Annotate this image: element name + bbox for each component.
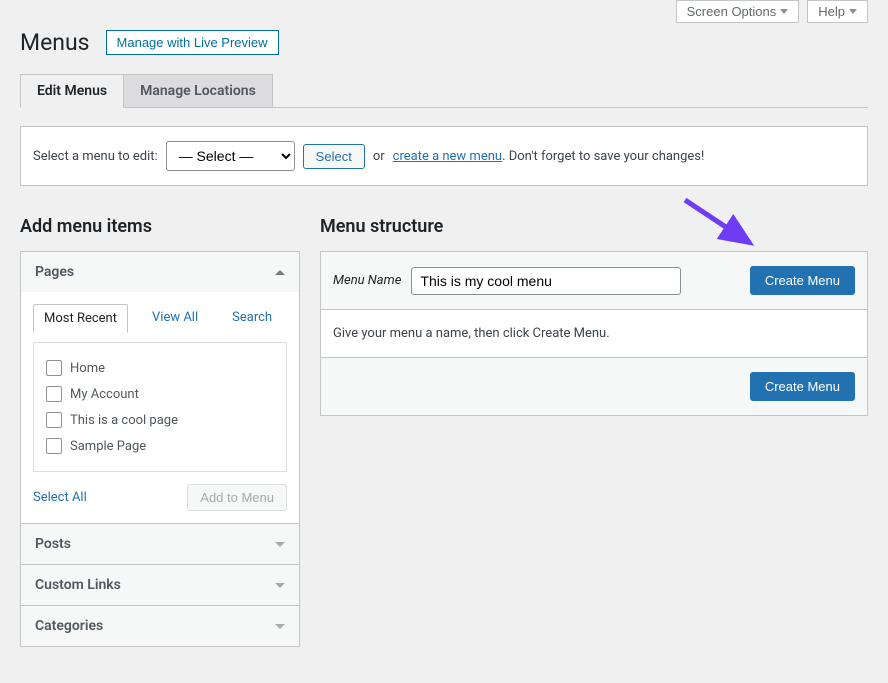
- checkbox[interactable]: [46, 438, 62, 454]
- menu-select-label: Select a menu to edit:: [33, 149, 158, 164]
- accordion-posts-title: Posts: [35, 536, 71, 552]
- page-item: Sample Page: [46, 433, 274, 459]
- page-item-label: Sample Page: [70, 439, 146, 454]
- live-preview-button[interactable]: Manage with Live Preview: [106, 30, 279, 55]
- page-item-label: This is a cool page: [70, 413, 178, 428]
- pages-tab-view-all[interactable]: View All: [142, 304, 208, 333]
- accordion-categories-header[interactable]: Categories: [21, 606, 299, 646]
- accordion-posts-header[interactable]: Posts: [21, 524, 299, 564]
- help-label: Help: [818, 4, 845, 19]
- accordion-categories-title: Categories: [35, 618, 103, 634]
- add-menu-items-heading: Add menu items: [20, 216, 300, 237]
- checkbox[interactable]: [46, 360, 62, 376]
- menu-name-label: Menu Name: [333, 273, 401, 288]
- menu-selector-row: Select a menu to edit: — Select — Select…: [20, 126, 868, 186]
- checkbox[interactable]: [46, 386, 62, 402]
- accordion-pages-header[interactable]: Pages: [21, 252, 299, 292]
- pages-tab-search[interactable]: Search: [222, 304, 282, 333]
- create-menu-button-top[interactable]: Create Menu: [750, 266, 855, 295]
- select-all-link[interactable]: Select All: [33, 490, 87, 505]
- accordion-custom-links: Custom Links: [20, 565, 300, 606]
- accordion-custom-links-title: Custom Links: [35, 577, 121, 593]
- create-menu-button-bottom[interactable]: Create Menu: [750, 372, 855, 401]
- chevron-down-icon: [780, 9, 788, 14]
- page-item: This is a cool page: [46, 407, 274, 433]
- select-button[interactable]: Select: [303, 144, 365, 169]
- chevron-down-icon: [275, 583, 285, 588]
- chevron-down-icon: [275, 542, 285, 547]
- page-item-label: Home: [70, 361, 105, 376]
- help-button[interactable]: Help: [807, 0, 868, 23]
- screen-options-button[interactable]: Screen Options: [676, 0, 800, 23]
- page-item: My Account: [46, 381, 274, 407]
- reminder-text: . Don't forget to save your changes!: [502, 149, 704, 164]
- tab-edit-menus[interactable]: Edit Menus: [20, 74, 124, 108]
- menu-structure-heading: Menu structure: [320, 216, 868, 237]
- accordion-posts: Posts: [20, 524, 300, 565]
- page-item: Home: [46, 355, 274, 381]
- or-text: or: [373, 149, 385, 164]
- accordion-pages: Pages Most Recent View All Search Home: [20, 251, 300, 524]
- menu-name-input[interactable]: [411, 267, 681, 295]
- tab-bar: Edit Menus Manage Locations: [20, 74, 868, 108]
- menu-instruction-text: Give your menu a name, then click Create…: [321, 310, 867, 358]
- chevron-down-icon: [275, 624, 285, 629]
- chevron-down-icon: [849, 9, 857, 14]
- accordion-categories: Categories: [20, 606, 300, 647]
- tab-manage-locations[interactable]: Manage Locations: [124, 74, 273, 108]
- pages-tab-recent[interactable]: Most Recent: [33, 304, 128, 333]
- page-item-label: My Account: [70, 387, 139, 402]
- accordion-custom-links-header[interactable]: Custom Links: [21, 565, 299, 605]
- accordion-pages-title: Pages: [35, 264, 74, 280]
- menu-select[interactable]: — Select —: [166, 141, 295, 171]
- menu-structure-box: Menu Name Create Menu Give your menu a n…: [320, 251, 868, 416]
- create-new-menu-link[interactable]: create a new menu: [393, 149, 502, 164]
- page-title: Menus: [20, 29, 90, 56]
- add-to-menu-button[interactable]: Add to Menu: [187, 484, 287, 511]
- screen-options-label: Screen Options: [687, 4, 777, 19]
- chevron-up-icon: [275, 270, 285, 275]
- checkbox[interactable]: [46, 412, 62, 428]
